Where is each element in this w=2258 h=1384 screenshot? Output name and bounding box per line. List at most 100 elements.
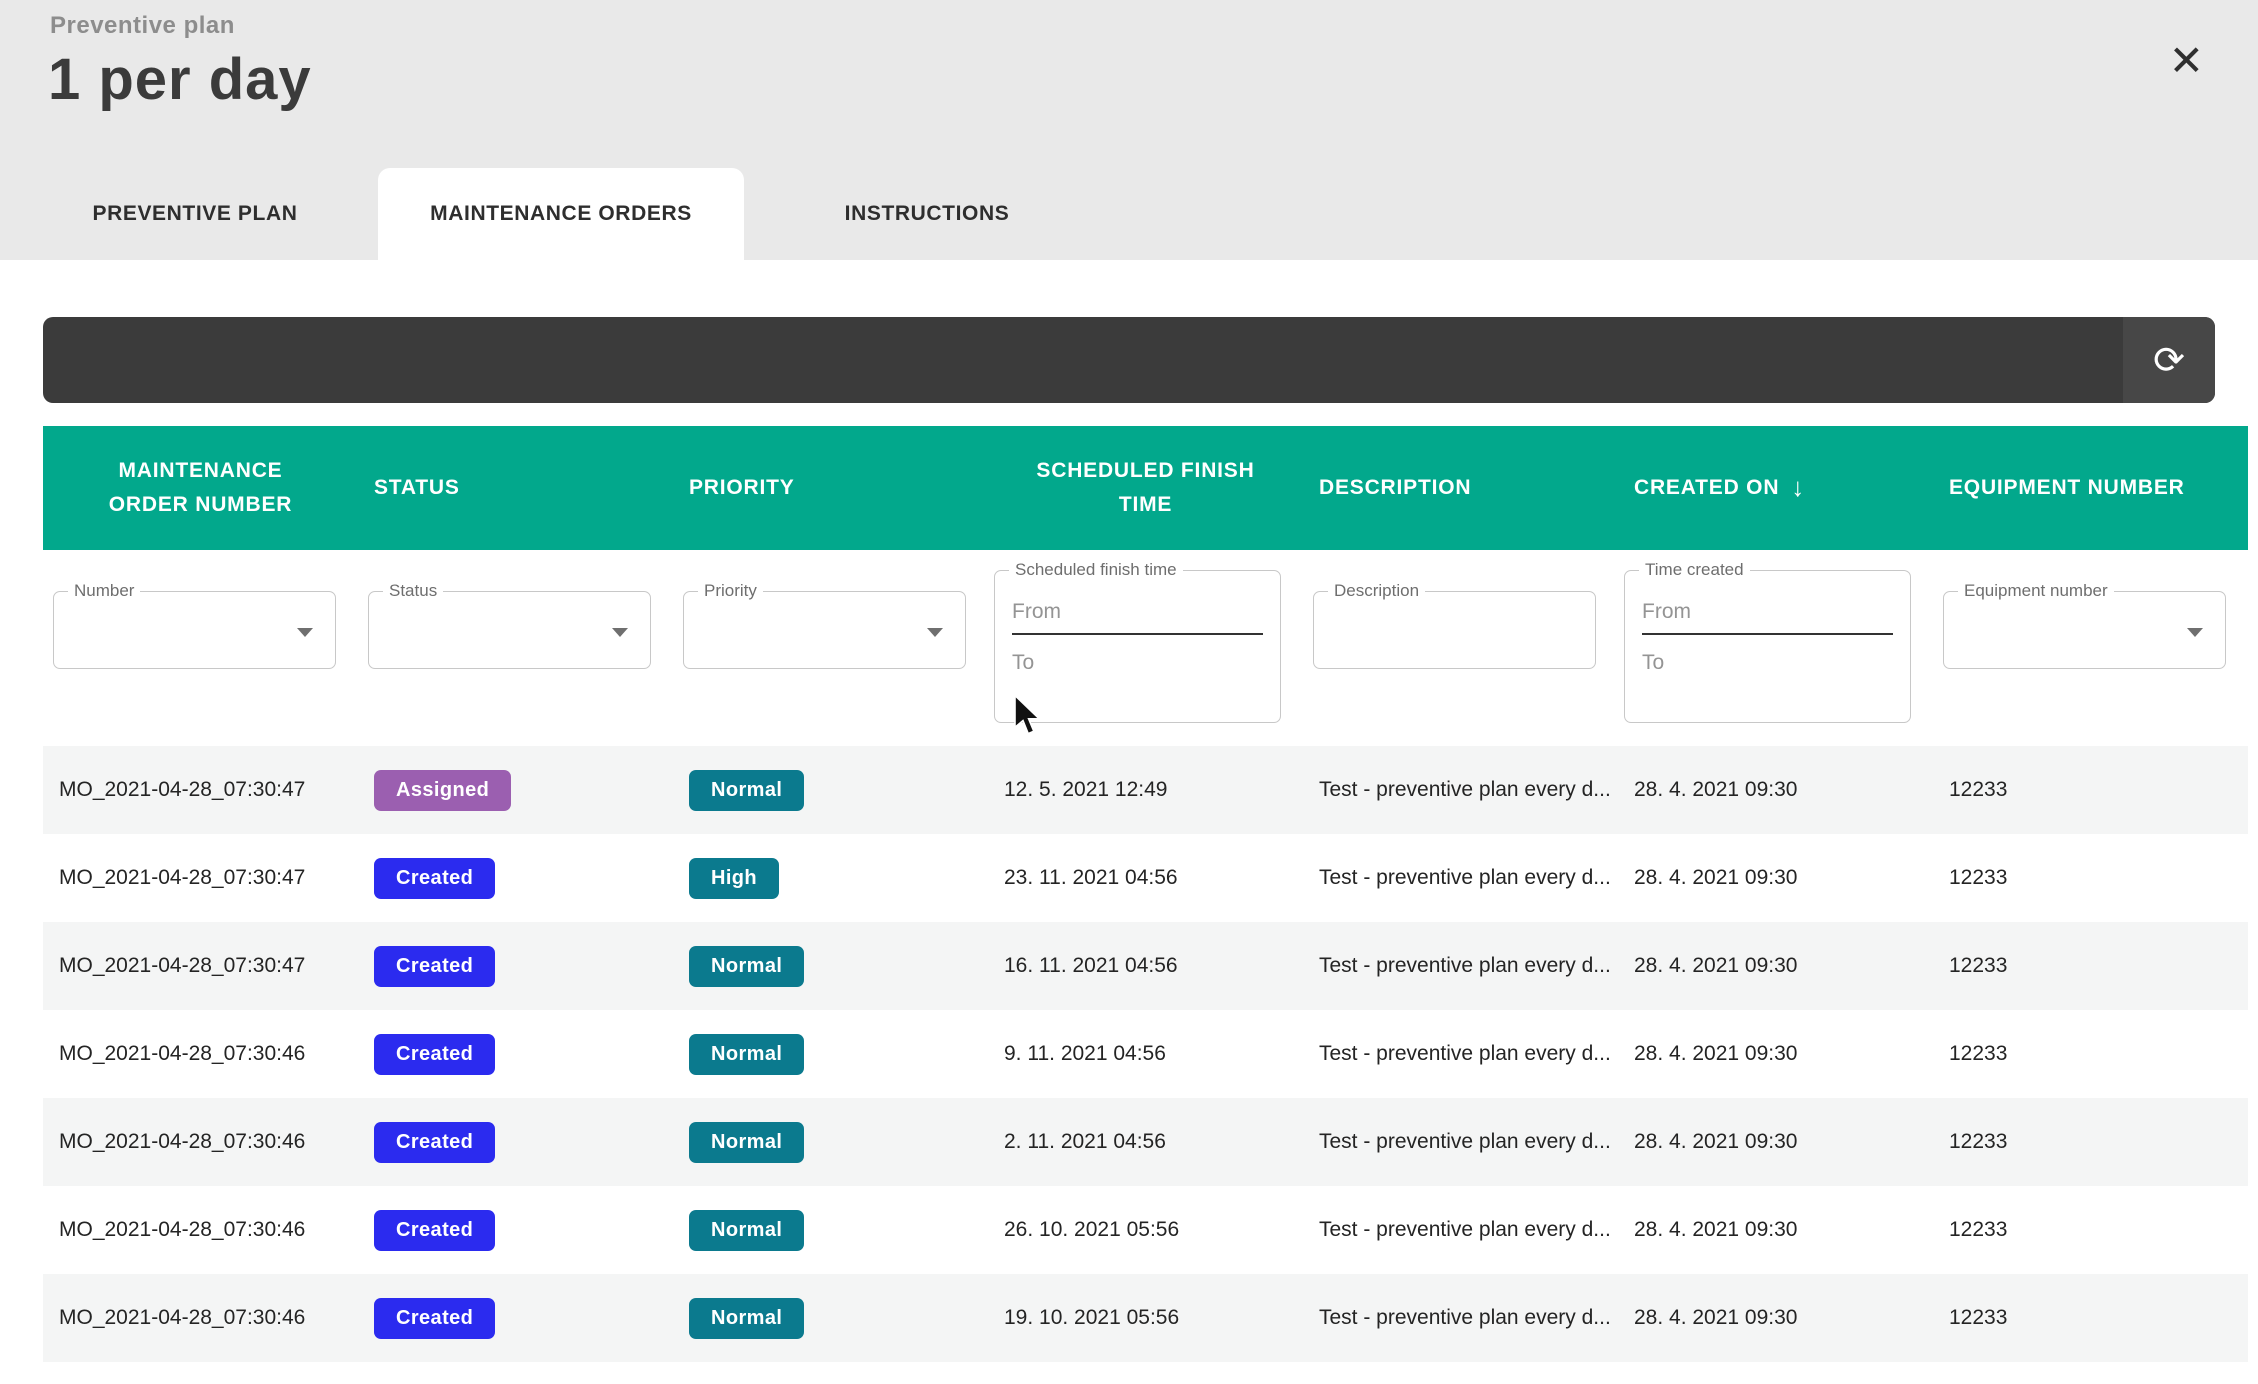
status-filter-select[interactable]: Status: [368, 591, 651, 669]
created-on-cell: 28. 4. 2021 09:30: [1618, 1098, 1933, 1186]
description-cell: Test - preventive plan every d...: [1303, 834, 1618, 922]
status-cell: Created: [358, 922, 673, 1010]
time-created-to-input[interactable]: [1642, 641, 1893, 685]
filter-cell-number: Number: [43, 550, 358, 746]
chevron-down-icon: [2187, 628, 2203, 637]
equipment-number-cell: 12233: [1933, 834, 2248, 922]
equipment-filter-select[interactable]: Equipment number: [1943, 591, 2226, 669]
time-created-filter-label: Time created: [1639, 560, 1750, 580]
priority-cell: Normal: [673, 1098, 988, 1186]
filter-cell-equipment: Equipment number: [1933, 550, 2248, 746]
table-row[interactable]: MO_2021-04-28_07:30:46CreatedNormal26. 1…: [43, 1186, 2248, 1274]
equipment-number-cell: 12233: [1933, 1186, 2248, 1274]
page-title: 1 per day: [48, 46, 312, 113]
finish-time-cell: 9. 11. 2021 04:56: [988, 1010, 1303, 1098]
table-row[interactable]: MO_2021-04-28_07:30:46 Created Normal 19. 1…: [43, 1274, 2248, 1362]
status-filter-label: Status: [383, 581, 443, 601]
equipment-filter-label: Equipment number: [1958, 581, 2114, 601]
order-number-cell: MO_2021-04-28_07:30:47: [43, 834, 358, 922]
close-icon[interactable]: ✕: [2169, 40, 2204, 82]
number-filter-select[interactable]: Number: [53, 591, 336, 669]
table-row[interactable]: MO_2021-04-28_07:30:46CreatedNormal9. 11…: [43, 1010, 2248, 1098]
column-header-equipment-number[interactable]: EQUIPMENT NUMBER: [1933, 426, 2248, 550]
filter-cell-priority: Priority: [673, 550, 988, 746]
priority-cell: Normal: [673, 922, 988, 1010]
order-number-cell: MO_2021-04-28_07:30:46: [43, 1274, 358, 1362]
description-cell: Test - preventive plan every d...: [1303, 1098, 1618, 1186]
created-on-cell: 28. 4. 2021 09:30: [1618, 746, 1933, 834]
table-toolbar: ⟳: [43, 317, 2215, 403]
description-cell: Test - preventive plan every d...: [1303, 922, 1618, 1010]
table-header: MAINTENANCE ORDER NUMBER STATUS PRIORITY…: [43, 426, 2248, 550]
status-badge: Created: [374, 1210, 495, 1251]
status-cell: Created: [358, 1274, 673, 1362]
status-badge: Created: [374, 1122, 495, 1163]
scheduled-to-input[interactable]: [1012, 641, 1263, 685]
equipment-number-cell: 12233: [1933, 1098, 2248, 1186]
status-cell: Created: [358, 1010, 673, 1098]
status-badge: Created: [374, 1034, 495, 1075]
priority-badge: Normal: [689, 946, 804, 987]
created-on-cell: 28. 4. 2021 09:30: [1618, 922, 1933, 1010]
equipment-number-cell: 12233: [1933, 1010, 2248, 1098]
column-header-created-on[interactable]: CREATED ON ↓: [1618, 426, 1933, 550]
table-body: MO_2021-04-28_07:30:47AssignedNormal12. …: [43, 746, 2248, 1362]
column-header-description[interactable]: DESCRIPTION: [1303, 426, 1618, 550]
table-row[interactable]: MO_2021-04-28_07:30:47Created Normal 16. 1…: [43, 922, 2248, 1010]
priority-cell: Normal: [673, 746, 988, 834]
scheduled-from-input[interactable]: [1012, 591, 1263, 635]
status-cell: Assigned: [358, 746, 673, 834]
order-number-cell: MO_2021-04-28_07:30:46: [43, 1186, 358, 1274]
finish-time-cell: 23. 11. 2021 04:56: [988, 834, 1303, 922]
table-row[interactable]: MO_2021-04-28_07:30:47 Created High 23. 11.…: [43, 834, 2248, 922]
tab-preventive-plan[interactable]: PREVENTIVE PLAN: [12, 168, 378, 260]
description-cell: Test - preventive plan every d...: [1303, 746, 1618, 834]
scheduled-finish-filter-label: Scheduled finish time: [1009, 560, 1183, 580]
time-created-filter: Time created: [1624, 570, 1911, 723]
filter-cell-description: Description: [1303, 550, 1618, 746]
description-filter-input[interactable]: [1314, 592, 1595, 668]
column-header-scheduled-finish[interactable]: SCHEDULED FINISH TIME: [988, 426, 1303, 550]
status-cell: Created: [358, 1098, 673, 1186]
description-cell: Test - preventive plan every d...: [1303, 1274, 1618, 1362]
tab-bar: PREVENTIVE PLAN MAINTENANCE ORDERS INSTR…: [12, 168, 1110, 260]
refresh-icon[interactable]: ⟳: [2123, 317, 2215, 403]
status-cell: Created: [358, 834, 673, 922]
description-filter[interactable]: Description: [1313, 591, 1596, 669]
tab-instructions[interactable]: INSTRUCTIONS: [744, 168, 1110, 260]
priority-badge: High: [689, 858, 779, 899]
column-header-order-number[interactable]: MAINTENANCE ORDER NUMBER: [43, 426, 358, 550]
table-row[interactable]: MO_2021-04-28_07:30:46CreatedNormal2. 11…: [43, 1098, 2248, 1186]
status-badge: Created: [374, 858, 495, 899]
finish-time-cell: 2. 11. 2021 04:56: [988, 1098, 1303, 1186]
priority-badge: Normal: [689, 1298, 804, 1339]
chevron-down-icon: [927, 628, 943, 637]
sort-descending-icon[interactable]: ↓: [1791, 467, 1805, 509]
finish-time-cell: 19. 10. 2021 05:56: [988, 1274, 1303, 1362]
status-badge: Assigned: [374, 770, 511, 811]
order-number-cell: MO_2021-04-28_07:30:46: [43, 1010, 358, 1098]
finish-time-cell: 12. 5. 2021 12:49: [988, 746, 1303, 834]
chevron-down-icon: [612, 628, 628, 637]
order-number-cell: MO_2021-04-28_07:30:47: [43, 746, 358, 834]
order-number-cell: MO_2021-04-28_07:30:47: [43, 922, 358, 1010]
finish-time-cell: 16. 11. 2021 04:56: [988, 922, 1303, 1010]
filter-row: Number Status Priority Scheduled finish …: [43, 550, 2248, 746]
created-on-cell: 28. 4. 2021 09:30: [1618, 1274, 1933, 1362]
created-on-cell: 28. 4. 2021 09:30: [1618, 1186, 1933, 1274]
time-created-from-input[interactable]: [1642, 591, 1893, 635]
equipment-number-cell: 12233: [1933, 922, 2248, 1010]
filter-cell-scheduled-finish: Scheduled finish time: [988, 550, 1303, 746]
priority-cell: High: [673, 834, 988, 922]
column-header-status[interactable]: STATUS: [358, 426, 673, 550]
dialog-header: Preventive plan 1 per day ✕ PREVENTIVE P…: [0, 0, 2258, 260]
column-header-priority[interactable]: PRIORITY: [673, 426, 988, 550]
table-row[interactable]: MO_2021-04-28_07:30:47 Assigned Normal12. …: [43, 746, 2248, 834]
scheduled-finish-filter: Scheduled finish time: [994, 570, 1281, 723]
filter-cell-status: Status: [358, 550, 673, 746]
status-badge: Created: [374, 1298, 495, 1339]
tab-maintenance-orders[interactable]: MAINTENANCE ORDERS: [378, 168, 744, 260]
equipment-number-cell: 12233: [1933, 1274, 2248, 1362]
filter-cell-time-created: Time created: [1618, 550, 1933, 746]
priority-filter-select[interactable]: Priority: [683, 591, 966, 669]
